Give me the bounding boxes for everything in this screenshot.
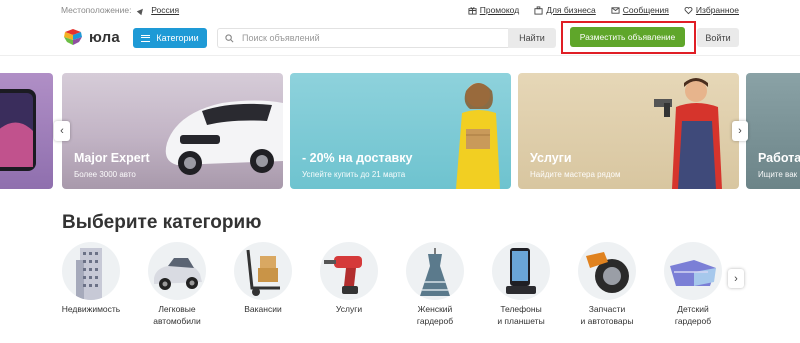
banner-subtitle: Более 3000 авто — [74, 170, 136, 179]
banner-title: Услуги — [530, 151, 572, 165]
category-label: Телефоны и планшеты — [497, 304, 545, 326]
category-womens-clothing[interactable]: Женский гардероб — [392, 242, 478, 327]
banner-major-expert[interactable]: Major Expert Более 3000 авто — [62, 73, 283, 189]
dress-icon — [420, 248, 450, 296]
menu-icon — [141, 34, 151, 42]
categories-row: Недвижимость Легковые автомобили Вакансии — [62, 242, 752, 332]
favorites-link[interactable]: Избранное — [684, 5, 739, 15]
heart-icon — [684, 6, 693, 14]
category-jobs[interactable]: Вакансии — [220, 242, 306, 315]
messages-link[interactable]: Сообщения — [611, 5, 669, 15]
banner-phones[interactable] — [0, 73, 53, 189]
banner-carousel: Major Expert Более 3000 авто - 20% на до… — [0, 73, 800, 189]
category-real-estate[interactable]: Недвижимость — [48, 242, 134, 315]
promo-link[interactable]: Промокод — [468, 5, 519, 15]
favorites-link-label: Избранное — [695, 5, 739, 15]
chevron-left-icon: ‹ — [60, 125, 64, 137]
search-input[interactable] — [242, 29, 502, 47]
chevron-right-icon: › — [738, 125, 742, 137]
category-cars[interactable]: Легковые автомобили — [134, 242, 220, 327]
category-label: Детский гардероб — [674, 304, 712, 326]
promo-icon — [468, 6, 477, 15]
category-label: Запчасти и автотовары — [580, 304, 634, 326]
banner-title: Работа — [758, 151, 800, 165]
category-label: Легковые автомобили — [153, 304, 201, 326]
category-label: Женский гардероб — [416, 304, 454, 326]
search-icon — [225, 34, 234, 43]
banner-title: - 20% на доставку — [302, 151, 413, 165]
search-box — [217, 28, 508, 48]
carousel-prev-button[interactable]: ‹ — [54, 121, 70, 141]
building-icon — [76, 248, 102, 300]
business-link[interactable]: Для бизнеса — [534, 5, 596, 15]
message-icon — [611, 6, 620, 14]
handcart-icon — [246, 249, 280, 296]
messages-link-label: Сообщения — [622, 5, 669, 15]
login-button[interactable]: Войти — [697, 28, 739, 47]
business-icon — [534, 5, 543, 15]
phone-image — [0, 89, 36, 171]
category-services[interactable]: Услуги — [306, 242, 392, 315]
logo-icon — [64, 29, 82, 45]
location-arrow-icon — [136, 6, 146, 16]
categories-button-label: Категории — [156, 33, 199, 43]
business-link-label: Для бизнеса — [546, 5, 596, 15]
chevron-right-icon: › — [734, 272, 738, 285]
banner-delivery[interactable]: - 20% на доставку Успейте купить до 21 м… — [290, 73, 511, 189]
phone-icon — [506, 248, 536, 294]
carousel-next-button[interactable]: › — [732, 121, 748, 141]
drill-icon — [324, 256, 362, 294]
top-bar: Местоположение: Россия Промокод Для бизн… — [0, 0, 800, 20]
banner-subtitle: Найдите мастера рядом — [530, 170, 621, 179]
kids-clothes-icon — [670, 260, 716, 286]
categories-button[interactable]: Категории — [133, 28, 207, 48]
category-phones[interactable]: Телефоны и планшеты — [478, 242, 564, 327]
top-links: Промокод Для бизнеса Сообщения Избранное — [468, 5, 739, 15]
banner-jobs[interactable]: Работа Ищите вак — [746, 73, 800, 189]
banner-title: Major Expert — [74, 151, 150, 165]
banner-services[interactable]: Услуги Найдите мастера рядом — [518, 73, 739, 189]
category-label: Услуги — [335, 304, 363, 314]
location-label: Местоположение: — [61, 5, 132, 15]
post-ad-button[interactable]: Разместить объявление — [570, 27, 685, 47]
categories-next-button[interactable]: › — [728, 269, 744, 288]
banner-subtitle: Ищите вак — [758, 170, 798, 179]
promo-link-label: Промокод — [479, 5, 520, 15]
tire-icon — [586, 252, 629, 293]
category-label: Вакансии — [244, 304, 282, 314]
logo-text: юла — [89, 28, 120, 46]
car-icon — [154, 258, 202, 290]
banner-subtitle: Успейте купить до 21 марта — [302, 170, 406, 179]
category-kids-clothing[interactable]: Детский гардероб — [650, 242, 736, 327]
location-selector[interactable]: Местоположение: Россия — [61, 5, 179, 16]
find-button[interactable]: Найти — [508, 28, 556, 48]
category-label: Недвижимость — [61, 304, 121, 314]
location-city-link[interactable]: Россия — [151, 5, 179, 15]
categories-title: Выберите категорию — [62, 212, 262, 233]
logo[interactable]: юла — [62, 26, 120, 48]
category-auto-parts[interactable]: Запчасти и автотовары — [564, 242, 650, 327]
